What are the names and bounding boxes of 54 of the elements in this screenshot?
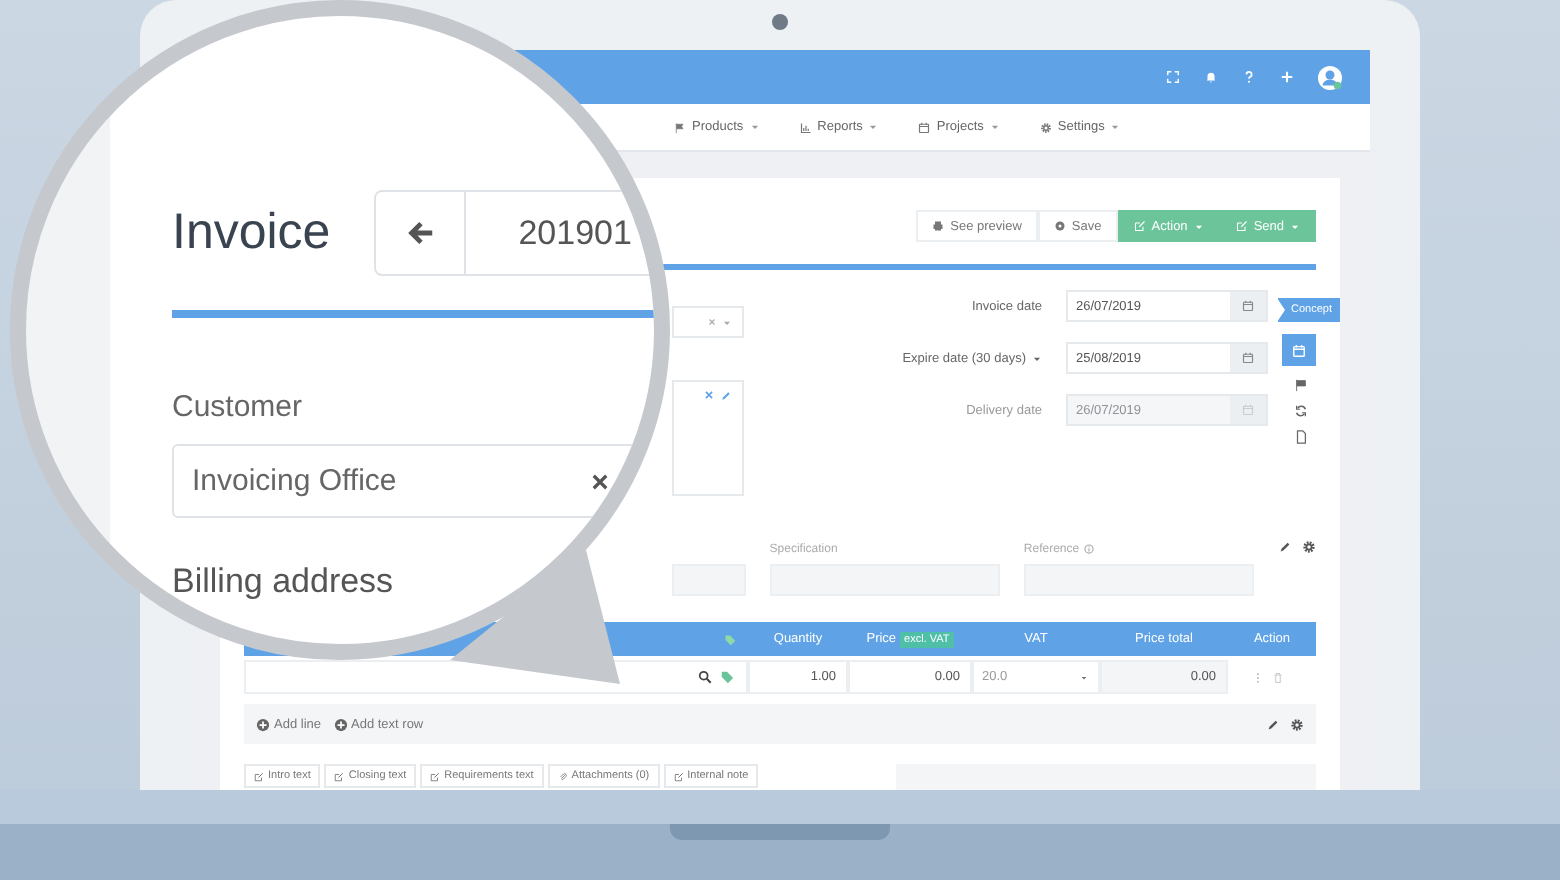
- bell-icon[interactable]: [1204, 70, 1218, 84]
- invoice-title: Invoice: [172, 204, 331, 262]
- edit-icon: [334, 771, 345, 781]
- paperclip-icon: [557, 771, 568, 781]
- expand-icon[interactable]: [1166, 70, 1180, 84]
- caret-icon: [868, 122, 879, 132]
- invoice-number-field[interactable]: 201901: [374, 190, 654, 276]
- caret-icon: [1110, 122, 1121, 132]
- caret-icon: [722, 317, 732, 327]
- tag-icon[interactable]: [720, 670, 734, 684]
- pencil-icon[interactable]: [1278, 540, 1293, 554]
- select-field[interactable]: [672, 306, 744, 338]
- calendar-icon: [1242, 352, 1254, 364]
- document-icon[interactable]: [1294, 430, 1308, 444]
- calendar-icon: [918, 121, 931, 133]
- customer-label: Customer: [172, 390, 305, 424]
- avatar-icon[interactable]: [1318, 65, 1342, 89]
- edit-icon: [254, 771, 264, 781]
- calendar-icon: [1242, 404, 1254, 416]
- billing-address-label: Billing address: [172, 562, 394, 602]
- caret-icon: [1080, 673, 1088, 681]
- calendar-button[interactable]: [1282, 334, 1316, 366]
- settings-icon[interactable]: [1290, 717, 1304, 731]
- plus-circle-icon: [333, 717, 347, 731]
- caret-icon: [1290, 221, 1300, 231]
- info-icon: [1083, 544, 1094, 554]
- calendar-icon: [1292, 343, 1306, 357]
- caret-icon: [989, 122, 1000, 132]
- disk-icon: [1053, 220, 1066, 232]
- edit-icon: [1133, 220, 1146, 232]
- search-icon[interactable]: [698, 670, 712, 684]
- edit-icon: [1235, 220, 1248, 232]
- edit-icon: [430, 771, 441, 781]
- printer-icon: [932, 220, 945, 232]
- caret-icon: [749, 122, 760, 132]
- refresh-icon[interactable]: [1294, 404, 1308, 418]
- edit-icon: [673, 771, 684, 781]
- chart-icon: [799, 121, 812, 133]
- help-icon[interactable]: [1242, 70, 1256, 84]
- clear-icon[interactable]: [590, 471, 610, 491]
- calendar-icon: [1242, 300, 1254, 312]
- flag-icon: [674, 121, 686, 133]
- caret-icon: [1032, 353, 1042, 363]
- tag-icon: [724, 633, 736, 645]
- flag-icon[interactable]: [1294, 378, 1308, 392]
- caret-icon: [1193, 221, 1204, 231]
- plus-icon[interactable]: [1280, 70, 1294, 84]
- settings-icon[interactable]: [1302, 540, 1317, 554]
- pencil-icon[interactable]: [1266, 717, 1280, 731]
- camera-dot: [772, 14, 788, 30]
- back-arrow-icon[interactable]: [405, 218, 436, 248]
- settings-icon: [1039, 121, 1052, 133]
- trash-icon[interactable]: [1271, 671, 1283, 683]
- plus-circle-icon: [256, 717, 270, 731]
